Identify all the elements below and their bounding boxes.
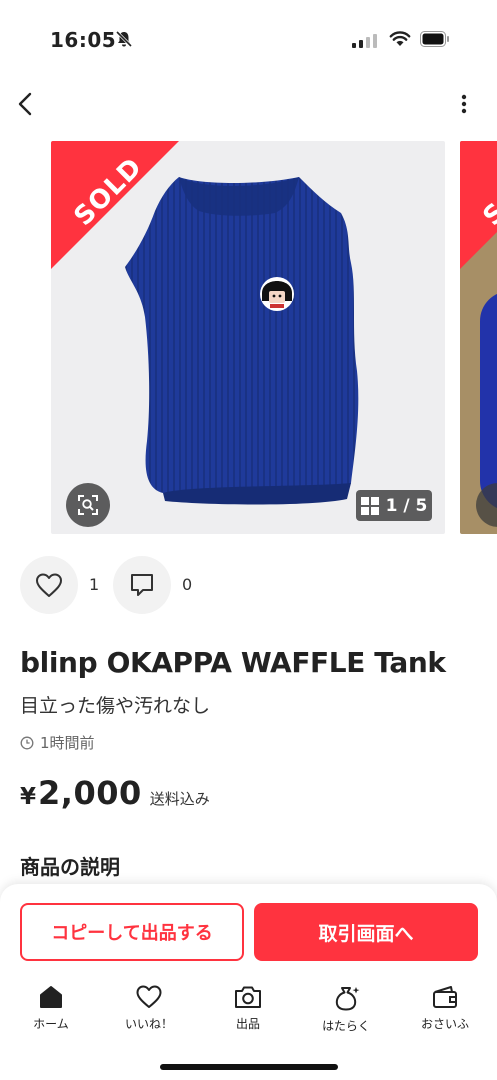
tab-likes-label: いいね！ (124, 1017, 173, 1031)
back-arrow-icon[interactable] (16, 92, 36, 116)
image-search-button[interactable] (66, 483, 110, 527)
product-photo[interactable]: SOLD (51, 141, 445, 534)
grid-icon (360, 496, 379, 515)
lens-scan-icon (78, 495, 98, 515)
product-photo-next[interactable]: SOLD (460, 141, 497, 534)
product-title: blinp OKAPPA WAFFLE Tank (20, 646, 446, 679)
tab-likes[interactable]: いいね！ (109, 984, 189, 1032)
shipping-note: 送料込み (149, 790, 210, 808)
price-amount: 2,000 (38, 774, 142, 812)
tab-sell[interactable]: 出品 (208, 984, 288, 1032)
sweater-image (480, 291, 497, 511)
clock-icon (20, 736, 34, 749)
silent-bell-icon (115, 30, 133, 48)
heart-icon (136, 985, 162, 1008)
heart-icon (36, 573, 62, 597)
tab-wallet[interactable]: おさいふ (405, 984, 485, 1032)
like-count: 1 (89, 575, 100, 594)
cell-signal-icon (352, 34, 377, 48)
description-heading: 商品の説明 (20, 855, 120, 879)
tab-work[interactable]: はたらく (306, 984, 386, 1034)
tab-sell-label: 出品 (235, 1017, 260, 1031)
comment-button[interactable] (113, 556, 171, 614)
comment-icon (131, 574, 153, 596)
image-counter-text: 1 / 5 (385, 495, 428, 516)
posted-time: 1時間前 (20, 732, 95, 753)
like-button[interactable] (20, 556, 78, 614)
comment-count: 0 (182, 575, 193, 594)
price-currency: ¥ (20, 784, 37, 810)
product-price: ¥ 2,000 送料込み (20, 774, 210, 812)
money-bag-icon (335, 987, 360, 1011)
more-options-icon[interactable] (458, 94, 470, 114)
tab-wallet-label: おさいふ (420, 1017, 469, 1031)
image-counter[interactable]: 1 / 5 (356, 490, 432, 521)
copy-listing-button[interactable]: コピーして出品する (20, 903, 244, 961)
home-indicator (160, 1064, 338, 1070)
tab-home-label: ホーム (33, 1017, 69, 1031)
battery-icon (420, 31, 449, 47)
tab-work-label: はたらく (322, 1019, 370, 1033)
home-icon (40, 986, 62, 1008)
posted-time-text: 1時間前 (40, 734, 95, 752)
wallet-icon (433, 986, 457, 1008)
product-condition: 目立った傷や汚れなし (20, 695, 211, 717)
camera-icon (235, 986, 261, 1008)
wifi-icon (389, 31, 411, 46)
status-time: 16:05 (50, 28, 117, 52)
go-to-trade-button[interactable]: 取引画面へ (254, 903, 478, 961)
tab-home[interactable]: ホーム (11, 984, 91, 1032)
